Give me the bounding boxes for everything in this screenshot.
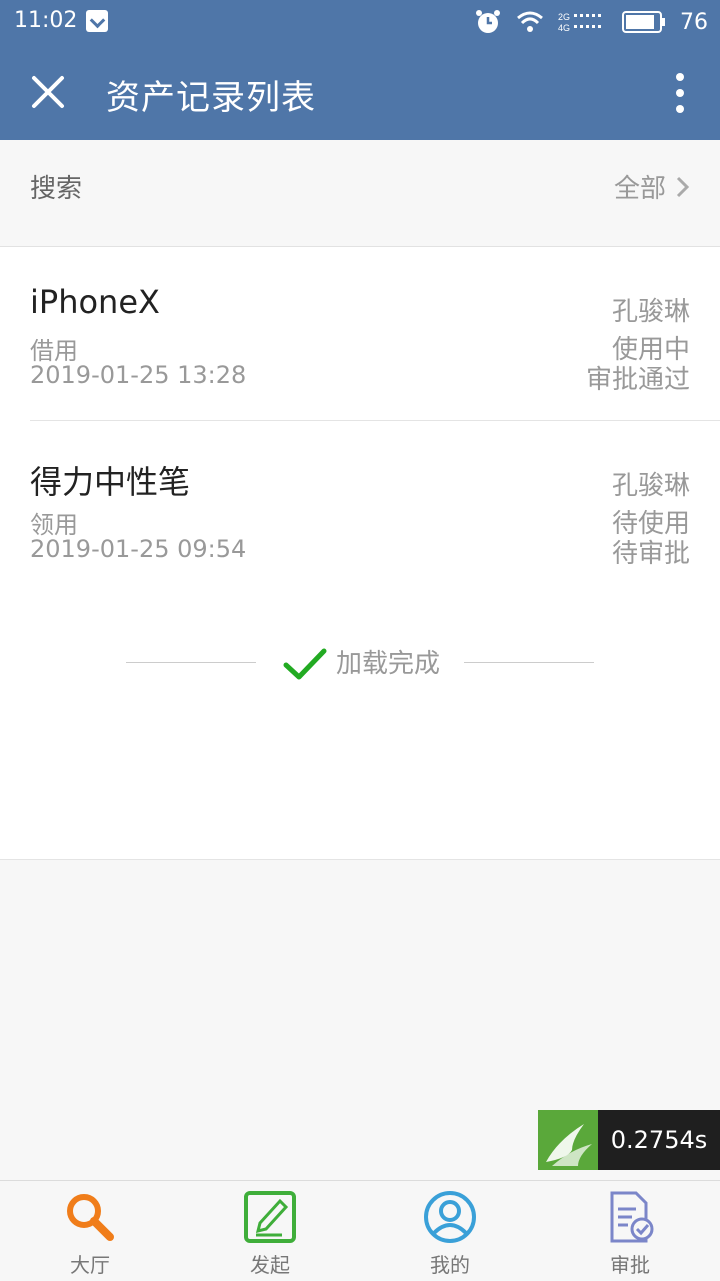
page-title: 资产记录列表 (106, 78, 316, 118)
tab-initiate[interactable]: 发起 (180, 1181, 360, 1281)
record-item[interactable]: 得力中性笔 领用 2019-01-25 09:54 孔骏琳 待使用 待审批 (0, 421, 720, 593)
notification-icon (86, 10, 108, 32)
edit-icon (244, 1191, 296, 1243)
tab-hall[interactable]: 大厅 (0, 1181, 180, 1281)
tab-label: 大厅 (70, 1253, 110, 1277)
timer-value: 0.2754s (598, 1110, 720, 1170)
wifi-icon (517, 11, 543, 32)
record-user: 孔骏琳 (611, 297, 690, 327)
tab-approval[interactable]: 审批 (540, 1181, 720, 1281)
app-logo-icon (538, 1110, 598, 1170)
battery-icon (622, 11, 665, 33)
svg-text:2G: 2G (558, 12, 570, 22)
filter-dropdown[interactable]: 全部 (614, 168, 690, 205)
record-user: 孔骏琳 (611, 471, 690, 501)
chevron-right-icon (676, 176, 690, 197)
alarm-icon (476, 10, 500, 33)
record-name: iPhoneX (30, 283, 160, 321)
tab-label: 我的 (430, 1253, 470, 1277)
more-menu-icon[interactable] (674, 70, 686, 114)
bottom-tab-bar: 大厅 发起 我的 审批 (0, 1180, 720, 1281)
status-time: 11:02 (14, 8, 78, 33)
search-bar: 搜索 全部 (0, 140, 720, 247)
record-approval: 审批通过 (585, 365, 690, 395)
signal-icon: 2G 4G (558, 12, 601, 33)
tab-label: 审批 (610, 1253, 650, 1277)
approval-doc-icon (610, 1191, 654, 1243)
filter-label: 全部 (613, 174, 666, 204)
record-item[interactable]: iPhoneX 借用 2019-01-25 13:28 孔骏琳 使用中 审批通过 (0, 247, 720, 419)
record-list: iPhoneX 借用 2019-01-25 13:28 孔骏琳 使用中 审批通过… (0, 247, 720, 860)
status-icons: 2G 4G 76 (474, 6, 708, 38)
tab-mine[interactable]: 我的 (360, 1181, 540, 1281)
divider-line (464, 662, 594, 663)
svg-text:4G: 4G (558, 23, 570, 33)
timer-overlay: 0.2754s (538, 1110, 720, 1170)
search-icon (67, 1194, 114, 1241)
load-status-text: 加载完成 (336, 649, 441, 679)
user-icon (424, 1191, 476, 1243)
record-name: 得力中性笔 (30, 463, 191, 501)
status-bar: 11:02 2G 4G 76 (0, 0, 720, 44)
battery-level: 76 (680, 9, 708, 35)
load-complete-indicator: 加载完成 (0, 641, 720, 685)
close-icon[interactable] (28, 72, 68, 112)
check-icon (283, 648, 327, 680)
divider-line (126, 662, 256, 663)
record-date: 2019-01-25 09:54 (30, 535, 247, 563)
tab-label: 发起 (250, 1253, 290, 1277)
app-bar: 资产记录列表 (0, 44, 720, 140)
record-approval: 待审批 (611, 539, 690, 569)
record-date: 2019-01-25 13:28 (30, 361, 247, 389)
search-button[interactable]: 搜索 (30, 168, 82, 205)
